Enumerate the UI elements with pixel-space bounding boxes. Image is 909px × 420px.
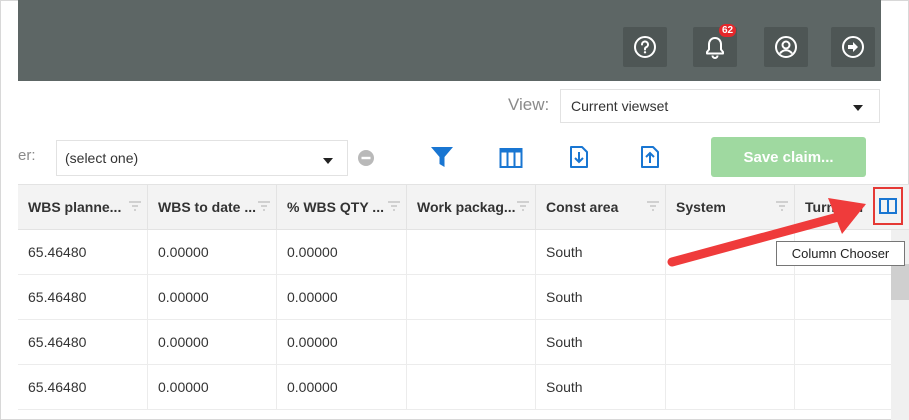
- user-profile-button[interactable]: [764, 27, 808, 67]
- scrollbar-thumb[interactable]: [891, 264, 909, 300]
- column-filter-icon[interactable]: [517, 201, 529, 211]
- filter-label: er:: [18, 147, 36, 164]
- table-cell: 0.00000: [277, 230, 407, 274]
- column-header[interactable]: % WBS QTY ...: [277, 185, 407, 229]
- column-filter-icon[interactable]: [388, 201, 400, 211]
- table-cell: South: [536, 230, 666, 274]
- table-row[interactable]: 65.46480 0.00000 0.00000 South: [18, 365, 891, 410]
- table-cell: 0.00000: [277, 365, 407, 409]
- logout-button[interactable]: [831, 27, 875, 67]
- column-header-label: Const area: [546, 199, 619, 215]
- column-header[interactable]: Const area: [536, 185, 666, 229]
- table-cell: South: [536, 365, 666, 409]
- table-cell: 65.46480: [18, 230, 148, 274]
- clear-filter-button[interactable]: [356, 148, 376, 168]
- file-export-icon: [641, 146, 659, 168]
- column-chooser-icon: [879, 198, 897, 214]
- top-header-bar: 62: [18, 0, 881, 81]
- table-row[interactable]: 65.46480 0.00000 0.00000 South: [18, 275, 891, 320]
- column-filter-icon[interactable]: [647, 201, 659, 211]
- filter-button[interactable]: [428, 142, 456, 172]
- table-cell: 0.00000: [148, 320, 277, 364]
- help-button[interactable]: [623, 27, 667, 67]
- table-cell: 65.46480: [18, 365, 148, 409]
- import-button[interactable]: [568, 143, 590, 171]
- column-header-label: % WBS QTY ...: [287, 199, 384, 215]
- column-filter-icon[interactable]: [129, 201, 141, 211]
- table-cell: [666, 320, 795, 364]
- column-header[interactable]: WBS to date ...: [148, 185, 277, 229]
- columns-icon: [499, 148, 523, 168]
- table-cell: 0.00000: [148, 365, 277, 409]
- view-label: View:: [508, 95, 550, 114]
- table-row[interactable]: 65.46480 0.00000 0.00000 South: [18, 320, 891, 365]
- funnel-icon: [431, 147, 453, 167]
- viewset-dropdown[interactable]: Current viewset: [560, 89, 880, 123]
- user-icon: [775, 36, 797, 58]
- minus-circle-icon: [358, 150, 374, 166]
- table-cell: 0.00000: [148, 230, 277, 274]
- viewset-selected-value: Current viewset: [571, 98, 669, 114]
- save-claim-button[interactable]: Save claim...: [711, 137, 866, 177]
- column-chooser-tooltip: Column Chooser: [776, 241, 905, 266]
- table-cell: South: [536, 320, 666, 364]
- table-cell: [795, 320, 891, 364]
- table-cell: [795, 365, 891, 409]
- chevron-down-icon: [323, 158, 333, 164]
- table-cell: South: [536, 275, 666, 319]
- file-import-icon: [570, 146, 588, 168]
- notifications-button[interactable]: 62: [693, 24, 737, 67]
- table-cell: [407, 320, 536, 364]
- table-cell: [795, 275, 891, 319]
- column-header[interactable]: Work packag...: [407, 185, 536, 229]
- table-cell: 65.46480: [18, 275, 148, 319]
- column-header[interactable]: WBS planne...: [18, 185, 148, 229]
- table-cell: [666, 365, 795, 409]
- column-chooser-button[interactable]: [873, 187, 903, 225]
- column-header-label: WBS planne...: [28, 199, 122, 215]
- table-cell: [407, 230, 536, 274]
- export-button[interactable]: [639, 143, 661, 171]
- table-cell: 0.00000: [148, 275, 277, 319]
- table-cell: [407, 365, 536, 409]
- help-icon: [634, 36, 656, 58]
- table-cell: 0.00000: [277, 275, 407, 319]
- column-header-label: Work packag...: [417, 199, 516, 215]
- table-cell: 65.46480: [18, 320, 148, 364]
- bell-icon: [706, 37, 724, 59]
- filter-dropdown[interactable]: (select one): [56, 140, 348, 176]
- chevron-down-icon: [853, 105, 863, 111]
- table-cell: [666, 275, 795, 319]
- logout-icon: [842, 36, 864, 58]
- table-cell: 0.00000: [277, 320, 407, 364]
- notification-count-badge: 62: [719, 24, 736, 37]
- column-filter-icon[interactable]: [258, 201, 270, 211]
- table-cell: [407, 275, 536, 319]
- columns-button[interactable]: [498, 145, 524, 171]
- filter-selected-value: (select one): [65, 150, 139, 166]
- column-header-label: WBS to date ...: [158, 199, 256, 215]
